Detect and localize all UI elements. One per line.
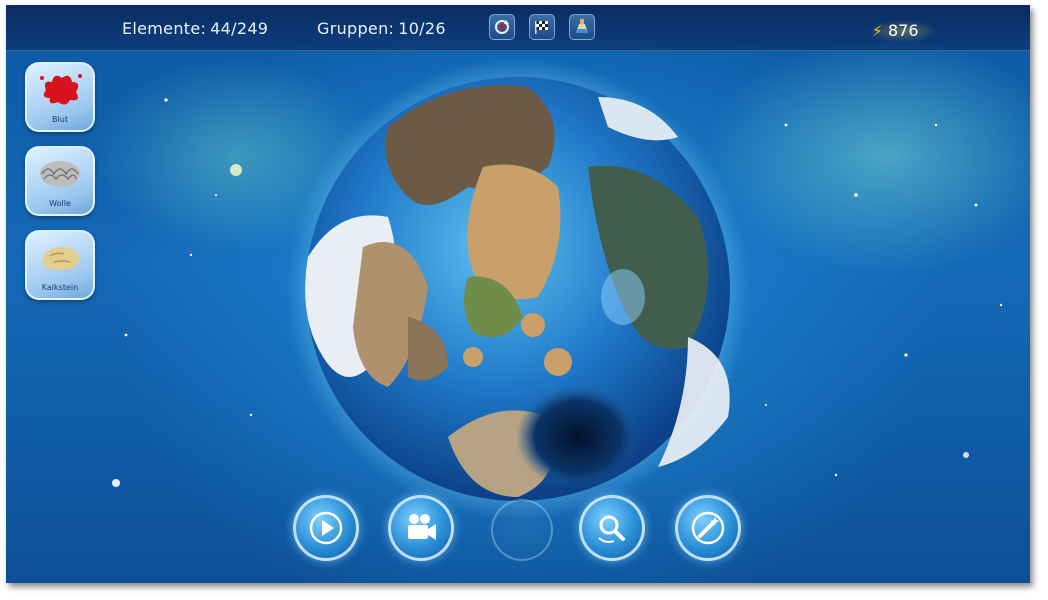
play-icon [309,511,343,545]
sidebar-item-label: Blut [52,115,68,124]
sidebar-item-blut[interactable]: Blut [25,62,95,132]
groups-counter: Gruppen: 10/26 [317,19,446,38]
groups-value: 10/26 [398,19,446,38]
top-hud-bar: Elemente: 44/249 Gruppen: 10/26 ⚡ 876 [6,5,1030,51]
planet-globe [286,57,750,517]
sidebar-item-label: Wolle [49,199,71,208]
refresh-button[interactable] [489,14,515,40]
groups-label: Gruppen: [317,19,395,38]
goal-flag-button[interactable] [529,14,555,40]
sidebar-item-label: Kalkstein [41,283,79,292]
wand-button[interactable] [675,495,741,561]
play-button[interactable] [293,495,359,561]
empty-slot-button [491,499,553,561]
energy-value: 876 [888,21,919,40]
lightning-icon: ⚡ [872,22,883,40]
sidebar-item-wolle[interactable]: Wolle [25,146,95,216]
game-window: Elemente: 44/249 Gruppen: 10/26 ⚡ 876 Bl… [6,5,1030,583]
wool-icon [40,161,80,187]
limestone-icon [42,246,80,270]
potion-button[interactable] [569,14,595,40]
movie-camera-icon [408,514,436,540]
blood-splat-icon [40,74,82,105]
energy-counter: ⚡ 876 [868,20,938,42]
elements-label: Elemente: [122,19,207,38]
elements-value: 44/249 [210,19,269,38]
wand-icon [691,511,725,545]
potion-icon [576,19,588,33]
elements-counter: Elemente: 44/249 [122,19,268,38]
search-rotate-icon [598,515,625,543]
movie-button[interactable] [388,495,454,561]
checkered-flag-icon [535,21,548,34]
sidebar-item-kalkstein[interactable]: Kalkstein [25,230,95,300]
search-rotate-button[interactable] [579,495,645,561]
refresh-icon [495,20,509,34]
